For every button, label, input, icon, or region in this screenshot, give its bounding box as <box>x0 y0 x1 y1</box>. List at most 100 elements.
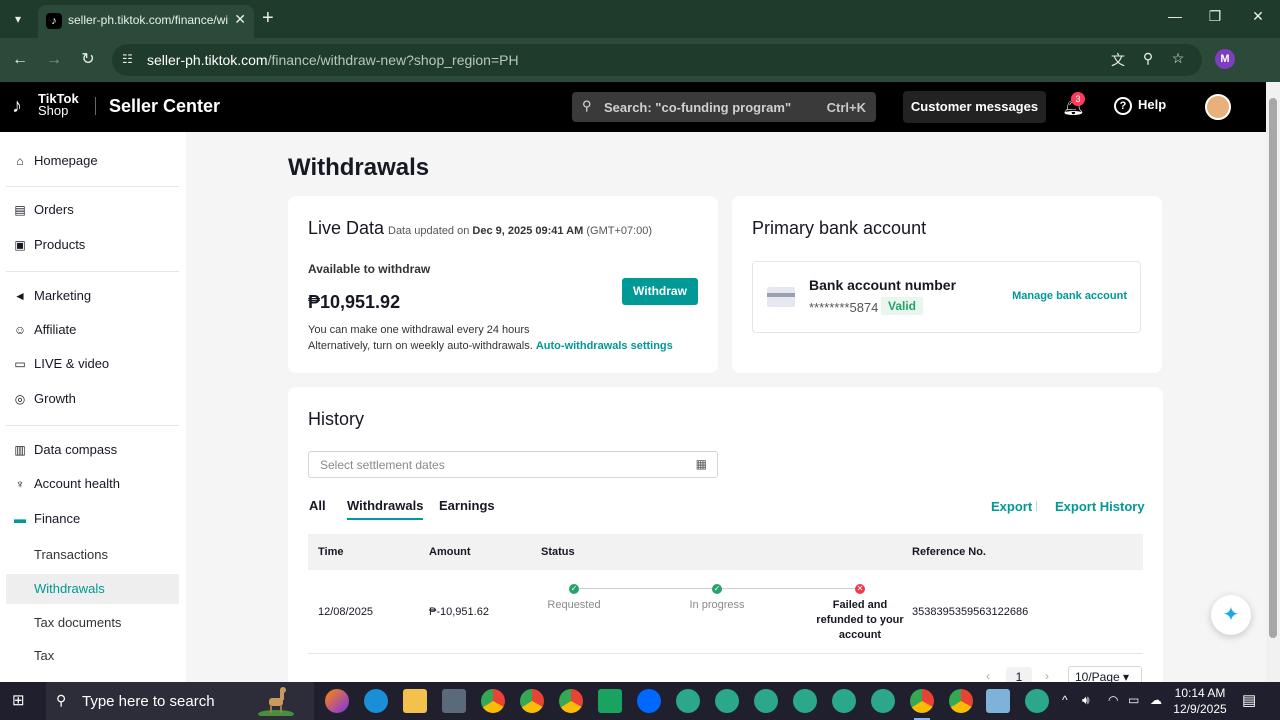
chrome-profile-icon[interactable] <box>520 689 544 713</box>
browser-toolbar: ← → ↻ ☷ seller-ph.tiktok.com/finance/wit… <box>0 38 1280 82</box>
translate-icon[interactable]: 文 <box>1108 50 1128 70</box>
medal-icon: ◎ <box>14 392 26 406</box>
site-info-icon[interactable]: ☷ <box>122 52 133 66</box>
profile-avatar[interactable]: M <box>1215 49 1235 69</box>
chrome-profile-icon[interactable] <box>754 689 778 713</box>
customer-messages-button[interactable]: Customer messages <box>903 91 1046 123</box>
calendar-icon: ▦ <box>695 457 707 471</box>
wifi-icon[interactable]: ◠ <box>1108 693 1118 707</box>
chrome-icon[interactable] <box>949 689 973 713</box>
row-reference: 3538395359563122686 <box>912 606 1029 618</box>
chrome-profile-icon[interactable] <box>1025 689 1049 713</box>
windows-start-icon[interactable]: ⊞ <box>12 692 30 710</box>
close-tab-icon[interactable]: ✕ <box>234 11 246 28</box>
weather-cloud-icon[interactable]: ☁ <box>1150 693 1162 707</box>
close-window-icon[interactable]: ✕ <box>1243 8 1273 25</box>
sidebar-item-finance[interactable]: ▬ Finance <box>6 504 179 534</box>
product-title: Seller Center <box>109 96 221 116</box>
date-placeholder: Select settlement dates <box>320 458 445 472</box>
tray-expand-icon[interactable]: ^ <box>1062 693 1068 707</box>
search-placeholder: Search: "co-funding program" <box>604 100 792 115</box>
file-explorer-icon[interactable] <box>403 689 427 713</box>
forward-button[interactable]: → <box>42 48 66 72</box>
home-icon: ⌂ <box>16 154 24 168</box>
sidebar-item-tax-documents[interactable]: Tax documents <box>6 608 179 638</box>
back-button[interactable]: ← <box>8 48 32 72</box>
calculator-icon[interactable] <box>442 689 466 713</box>
sidebar-divider <box>6 425 179 426</box>
export-button[interactable]: Export <box>991 499 1032 514</box>
sidebar-item-products[interactable]: ▣ Products <box>6 230 179 260</box>
browser-tab[interactable]: ♪ seller-ph.tiktok.com/finance/wi ✕ <box>38 5 254 38</box>
sidebar-item-homepage[interactable]: ⌂ Homepage <box>6 146 179 176</box>
bank-card-icon <box>767 287 795 307</box>
sidebar-item-transactions[interactable]: Transactions <box>6 540 179 570</box>
history-title: History <box>308 409 365 429</box>
brand-divider <box>95 97 96 115</box>
zoom-icon[interactable]: ⚲ <box>1138 50 1158 67</box>
scrollbar-thumb[interactable] <box>1269 98 1277 638</box>
auto-withdrawals-settings-link[interactable]: Auto-withdrawals settings <box>536 340 673 352</box>
manage-bank-account-link[interactable]: Manage bank account <box>1012 290 1127 302</box>
reload-button[interactable]: ↻ <box>76 48 100 72</box>
edge-icon[interactable] <box>364 689 388 713</box>
battery-icon[interactable]: ▭ <box>1128 693 1139 707</box>
user-avatar[interactable] <box>1205 94 1231 120</box>
sidebar-item-affiliate[interactable]: ☺ Affiliate <box>6 315 179 345</box>
tab-all[interactable]: All <box>309 498 326 513</box>
page-scrollbar[interactable] <box>1266 82 1280 682</box>
row-amount: ₱-10,951.62 <box>429 606 489 618</box>
taskbar-clock[interactable]: 10:14 AM 12/9/2025 <box>1172 685 1228 717</box>
sidebar-item-account-health[interactable]: ♆ Account health <box>6 469 179 499</box>
prev-page-icon[interactable]: ‹ <box>986 669 990 683</box>
chrome-icon[interactable] <box>481 689 505 713</box>
new-tab-button[interactable]: + <box>262 7 274 30</box>
chrome-profile-icon[interactable] <box>871 689 895 713</box>
chrome-profile-icon[interactable] <box>676 689 700 713</box>
copilot-icon[interactable] <box>325 689 349 713</box>
brand-logo[interactable]: TikTok Shop <box>38 92 79 117</box>
chrome-profile-icon[interactable] <box>715 689 739 713</box>
bookmark-star-icon[interactable]: ☆ <box>1168 50 1188 67</box>
withdraw-button[interactable]: Withdraw <box>622 278 698 305</box>
error-icon: ✕ <box>855 584 865 594</box>
notepad-icon[interactable] <box>986 689 1010 713</box>
withdrawal-frequency-note: You can make one withdrawal every 24 hou… <box>308 324 530 336</box>
available-label: Available to withdraw <box>308 262 431 276</box>
tab-withdrawals[interactable]: Withdrawals <box>347 498 424 520</box>
zalo-icon[interactable] <box>637 689 661 713</box>
ai-assistant-sparkle-icon[interactable]: ✦ <box>1211 595 1251 635</box>
tab-earnings[interactable]: Earnings <box>439 498 495 513</box>
help-button[interactable]: ? Help <box>1114 97 1166 115</box>
global-search[interactable]: ⚲ Search: "co-funding program" Ctrl+K <box>572 92 876 122</box>
sidebar-item-tax[interactable]: Tax <box>6 641 179 671</box>
tab-title: seller-ph.tiktok.com/finance/wi <box>68 13 228 27</box>
sidebar-item-orders[interactable]: ▤ Orders <box>6 195 179 225</box>
people-icon: ☺ <box>13 323 27 337</box>
sidebar-divider <box>6 271 179 272</box>
tab-search-button[interactable]: ▾ <box>6 8 30 30</box>
stock-chart-app-icon[interactable] <box>598 689 622 713</box>
address-bar[interactable]: ☷ seller-ph.tiktok.com/finance/withdraw-… <box>112 44 1202 76</box>
volume-icon[interactable]: 🔊︎ <box>1082 693 1090 708</box>
sidebar-item-withdrawals[interactable]: Withdrawals <box>6 574 179 604</box>
tiktok-logo-icon[interactable]: ♪ <box>12 94 36 118</box>
deer-illustration-icon <box>258 687 294 716</box>
chrome-profile-icon[interactable] <box>832 689 856 713</box>
wallet-icon: ▬ <box>14 512 26 526</box>
chrome-profile-icon[interactable] <box>559 689 583 713</box>
minimize-icon[interactable]: — <box>1160 8 1190 24</box>
export-history-button[interactable]: Export History <box>1055 499 1145 514</box>
restore-icon[interactable]: ❐ <box>1200 8 1230 25</box>
next-page-icon[interactable]: › <box>1045 669 1049 683</box>
chrome-active-icon[interactable] <box>910 689 934 720</box>
sidebar-item-data-compass[interactable]: ▥ Data compass <box>6 435 179 465</box>
sidebar-item-live-video[interactable]: ▭ LIVE & video <box>6 349 179 379</box>
settlement-date-picker[interactable]: Select settlement dates ▦ <box>308 451 718 478</box>
notification-center-icon[interactable]: ▤ <box>1242 691 1256 709</box>
sidebar-item-growth[interactable]: ◎ Growth <box>6 384 179 414</box>
search-icon: ⚲ <box>582 98 592 113</box>
chrome-profile-icon[interactable] <box>793 689 817 713</box>
step-in-progress: In progress <box>689 599 745 611</box>
sidebar-item-marketing[interactable]: ◄ Marketing <box>6 281 179 311</box>
